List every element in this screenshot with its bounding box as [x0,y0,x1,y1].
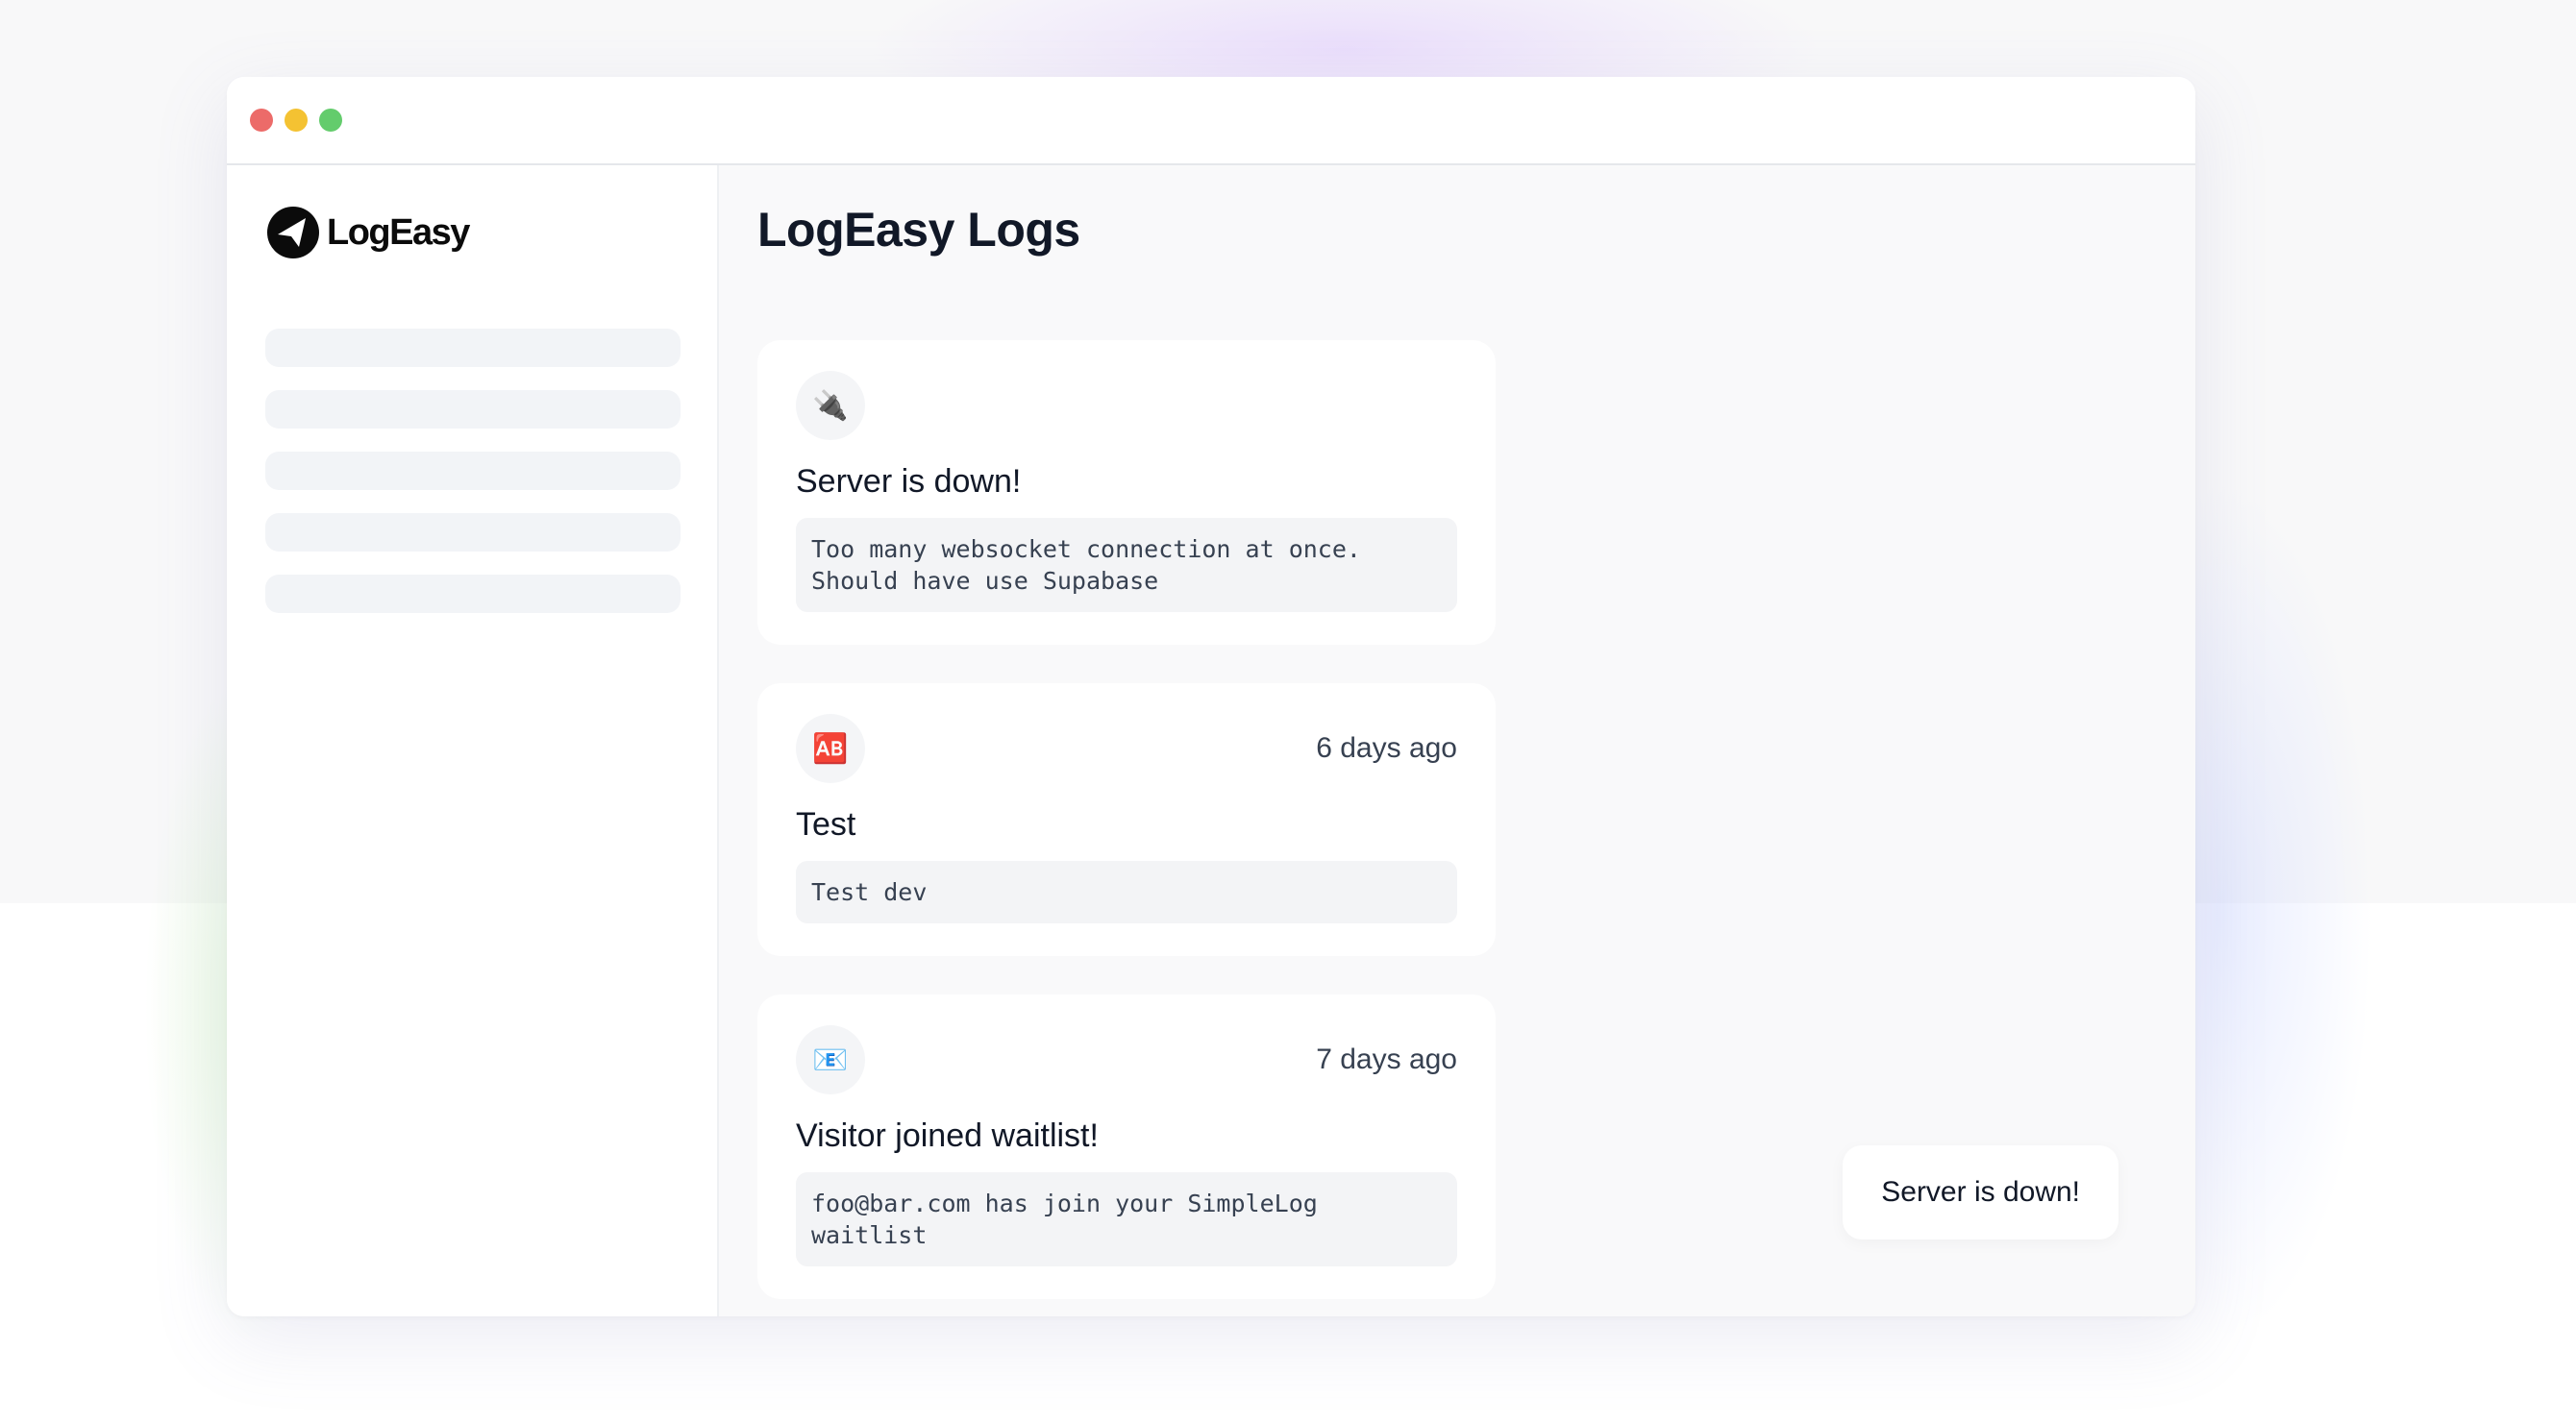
nav-item-placeholder [265,452,681,490]
log-message: Too many websocket connection at once. S… [796,518,1457,612]
nav-item-placeholder [265,513,681,552]
close-window-button[interactable] [250,109,273,132]
log-title: Visitor joined waitlist! [796,1117,1099,1154]
ab-button-icon: 🆎 [796,714,865,783]
app-body: LogEasy LogEasy Logs 🔌 Server is down! T… [227,165,2195,1316]
nav-item-placeholder [265,329,681,367]
notification-toast[interactable]: Server is down! [1843,1145,2118,1240]
email-icon: 📧 [796,1025,865,1094]
logeasy-logo-icon [267,207,319,258]
page-title: LogEasy Logs [757,203,1080,257]
log-feed: 🔌 Server is down! Too many websocket con… [757,340,1496,1299]
sidebar-nav [265,329,681,613]
window-titlebar [227,77,2195,165]
nav-item-placeholder [265,390,681,429]
log-title: Test [796,806,856,843]
main-content: LogEasy Logs 🔌 Server is down! Too many … [719,165,2195,1316]
app-window: LogEasy LogEasy Logs 🔌 Server is down! T… [227,77,2195,1316]
logo-text: LogEasy [327,211,470,253]
logo[interactable]: LogEasy [265,204,679,261]
log-title: Server is down! [796,463,1022,500]
plug-icon: 🔌 [796,371,865,440]
log-card[interactable]: 🔌 Server is down! Too many websocket con… [757,340,1496,645]
sidebar: LogEasy [227,165,719,1316]
nav-item-placeholder [265,575,681,613]
log-message: Test dev [796,861,1457,923]
log-card[interactable]: 📧 7 days ago Visitor joined waitlist! fo… [757,994,1496,1299]
log-timestamp: 7 days ago [1316,1043,1457,1075]
log-card[interactable]: 🆎 6 days ago Test Test dev [757,683,1496,956]
maximize-window-button[interactable] [319,109,342,132]
log-timestamp: 6 days ago [1316,732,1457,764]
minimize-window-button[interactable] [285,109,308,132]
log-message: foo@bar.com has join your SimpleLog wait… [796,1172,1457,1266]
